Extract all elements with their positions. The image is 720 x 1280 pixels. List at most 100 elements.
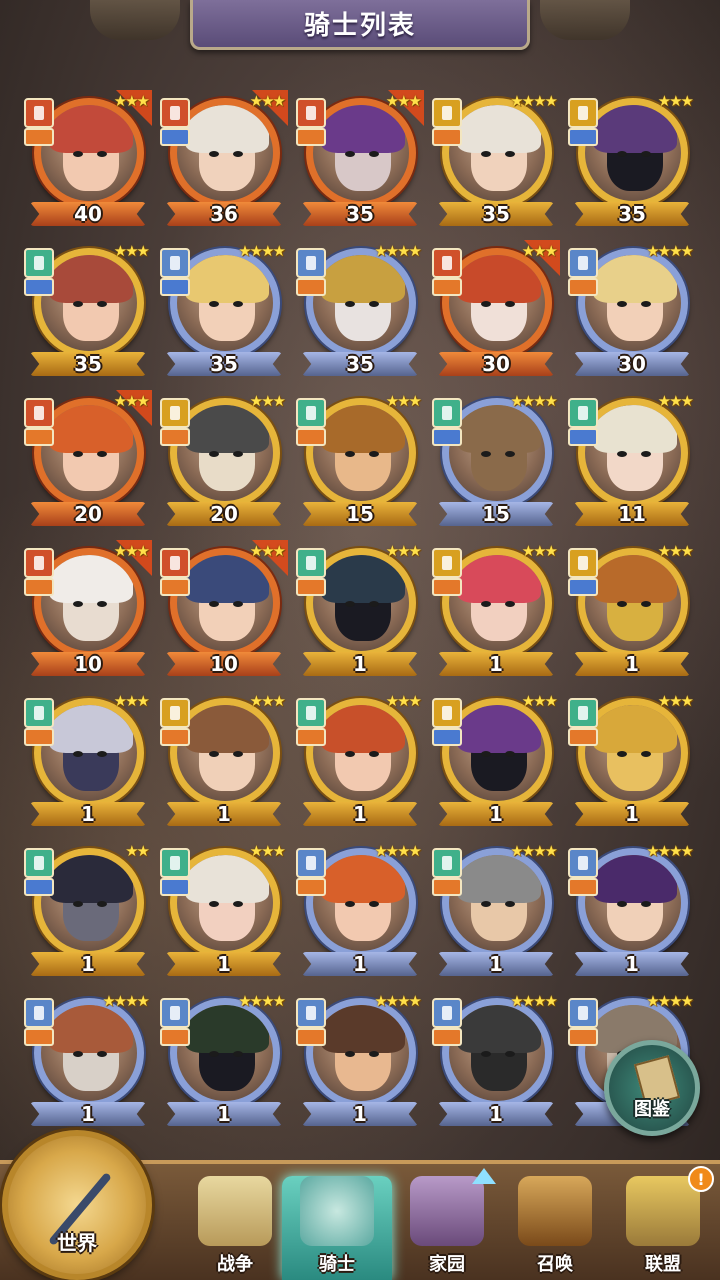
knight-card[interactable]: ★★★★ 1 <box>24 992 152 1128</box>
knight-card[interactable]: ★★★★ 1 <box>296 842 424 978</box>
grid-cell: ★★★★ 30 <box>564 242 700 392</box>
sword-icon <box>568 278 598 296</box>
knight-card[interactable]: ★★★ 35 <box>296 90 424 228</box>
knight-card[interactable]: ★★★ 30 <box>432 240 560 378</box>
knight-card[interactable]: ★★★★ 30 <box>568 242 696 378</box>
knight-card[interactable]: ★★★ 1 <box>160 842 288 978</box>
sword-icon <box>432 1028 462 1046</box>
class-icon <box>160 248 190 278</box>
grid-cell: ★★★ 1 <box>428 692 564 842</box>
knight-card[interactable]: ★★★★ 1 <box>432 992 560 1128</box>
sword-icon <box>296 428 326 446</box>
knight-card[interactable]: ★★★ 1 <box>24 692 152 828</box>
portrait-eye <box>345 901 355 907</box>
nav-alliance-label: 联盟 <box>645 1254 681 1275</box>
knight-card[interactable]: ★★★ 10 <box>160 540 288 678</box>
class-icon <box>568 548 598 578</box>
sword-icon <box>432 128 462 146</box>
knight-card[interactable]: ★★★ 10 <box>24 540 152 678</box>
heart-icon <box>568 428 598 446</box>
knight-card[interactable]: ★★★ 1 <box>568 692 696 828</box>
knight-card[interactable]: ★★★★ 1 <box>432 842 560 978</box>
class-icon <box>296 98 326 128</box>
knight-card[interactable]: ★★★★ 35 <box>160 242 288 378</box>
class-icon <box>568 698 598 728</box>
knight-level: 1 <box>81 802 95 826</box>
class-icon <box>296 998 326 1028</box>
star-rating: ★★ <box>125 842 150 860</box>
knight-card[interactable]: ★★★ 35 <box>568 92 696 228</box>
knight-card[interactable]: ★★★ 35 <box>24 242 152 378</box>
nav-world[interactable]: 世界 <box>2 1130 152 1280</box>
grid-cell: ★★★ 36 <box>156 90 292 242</box>
train-icon <box>518 1176 592 1246</box>
sword-icon <box>432 578 462 596</box>
knight-card[interactable]: ★★★★ 1 <box>296 992 424 1128</box>
star-rating: ★★★ <box>249 692 286 710</box>
knight-card[interactable]: ★★★★ 1 <box>568 842 696 978</box>
knight-level: 10 <box>210 652 238 676</box>
knight-card[interactable]: ★★★ 1 <box>432 542 560 678</box>
class-icon <box>296 248 326 278</box>
knight-card[interactable]: ★★★ 1 <box>160 692 288 828</box>
heart-icon <box>24 878 54 896</box>
knight-level: 1 <box>81 1102 95 1126</box>
portrait-eye <box>233 1051 243 1057</box>
class-icon <box>296 548 326 578</box>
nav-home-label: 家园 <box>429 1254 465 1275</box>
portrait-eye <box>369 601 379 607</box>
portrait-eye <box>369 901 379 907</box>
heart-icon <box>160 128 190 146</box>
star-rating: ★★★★ <box>646 842 694 860</box>
knight-card[interactable]: ★★★★ 35 <box>432 92 560 228</box>
class-icon <box>432 248 462 278</box>
codex-button[interactable]: 图鉴 <box>604 1040 700 1136</box>
star-rating: ★★★★ <box>374 242 422 260</box>
knight-card[interactable]: ★★★ 36 <box>160 90 288 228</box>
knight-card[interactable]: ★★★ 1 <box>296 542 424 678</box>
portrait-eye <box>209 1051 219 1057</box>
portrait-hair <box>457 255 541 303</box>
portrait-hair <box>185 705 269 753</box>
portrait-hair <box>457 1005 541 1053</box>
nav-summon[interactable]: 召唤 <box>500 1176 610 1280</box>
heart-icon <box>160 278 190 296</box>
knight-level: 11 <box>618 502 646 526</box>
portrait-eye <box>73 301 83 307</box>
up-arrow-icon <box>472 1168 496 1184</box>
knight-card[interactable]: ★★★★ 35 <box>296 242 424 378</box>
knight-card[interactable]: ★★★ 11 <box>568 392 696 528</box>
knight-level: 1 <box>489 802 503 826</box>
knight-card[interactable]: ★★★ 1 <box>432 692 560 828</box>
nav-war[interactable]: 战争 <box>180 1176 290 1280</box>
portrait-eye <box>481 451 491 457</box>
knight-card[interactable]: ★★★ 15 <box>296 392 424 528</box>
class-icon <box>432 548 462 578</box>
class-icon <box>568 98 598 128</box>
nav-home[interactable]: 家园 <box>392 1176 502 1280</box>
knight-card[interactable]: ★★★★ 1 <box>160 992 288 1128</box>
portrait-eye <box>641 901 651 907</box>
portrait-eye <box>481 301 491 307</box>
portrait-eye <box>369 751 379 757</box>
knight-card[interactable]: ★★★ 1 <box>568 542 696 678</box>
portrait-hair <box>185 1005 269 1053</box>
nav-knights[interactable]: 骑士 <box>282 1176 392 1280</box>
knight-card[interactable]: ★★★ 20 <box>24 390 152 528</box>
portrait-eye <box>481 901 491 907</box>
knight-level: 1 <box>217 952 231 976</box>
grid-cell: ★★★★ 1 <box>156 992 292 1142</box>
knight-card[interactable]: ★★★ 20 <box>160 392 288 528</box>
portrait-eye <box>617 301 627 307</box>
portrait-hair <box>49 105 133 153</box>
grid-cell: ★★★ 10 <box>156 540 292 692</box>
portrait-hair <box>321 855 405 903</box>
portrait-eye <box>97 1051 107 1057</box>
knight-card[interactable]: ★★★ 40 <box>24 90 152 228</box>
portrait-eye <box>233 751 243 757</box>
grid-cell: ★★★ 30 <box>428 240 564 392</box>
knight-card[interactable]: ★★ 1 <box>24 842 152 978</box>
knight-card[interactable]: ★★★ 1 <box>296 692 424 828</box>
knight-card[interactable]: ★★★★ 15 <box>432 392 560 528</box>
portrait-eye <box>209 301 219 307</box>
